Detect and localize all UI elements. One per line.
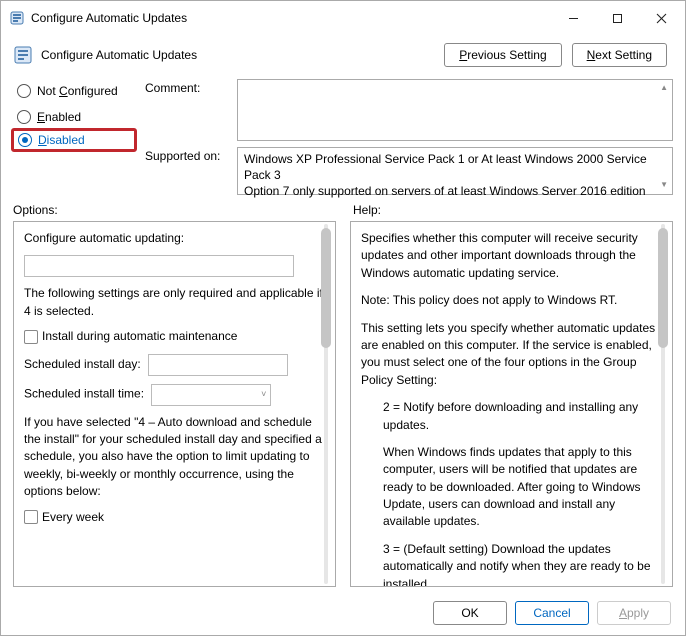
supported-on-text: Windows XP Professional Service Pack 1 o… — [237, 147, 673, 195]
maximize-button[interactable] — [595, 3, 639, 33]
nav-buttons: Previous Setting Next Setting — [444, 43, 667, 67]
help-text: Note: This policy does not apply to Wind… — [361, 292, 662, 309]
scrollbar[interactable] — [319, 224, 333, 584]
config-area: Not Configured Enabled Disabled Comment:… — [1, 73, 685, 195]
configure-updating-label: Configure automatic updating: — [24, 230, 325, 247]
radio-not-configured[interactable]: Not Configured — [13, 79, 135, 103]
chevron-down-icon: ▼ — [660, 180, 668, 191]
header: Configure Automatic Updates Previous Set… — [1, 35, 685, 73]
options-panel: Configure automatic updating: The follow… — [13, 221, 336, 587]
help-panel: Specifies whether this computer will rec… — [350, 221, 673, 587]
state-radio-group: Not Configured Enabled Disabled — [13, 79, 135, 195]
window-title: Configure Automatic Updates — [31, 11, 551, 25]
help-text: 2 = Notify before downloading and instal… — [361, 399, 662, 434]
policy-icon — [9, 10, 25, 26]
titlebar: Configure Automatic Updates — [1, 1, 685, 35]
scheduled-time-select[interactable]: ˅ — [151, 384, 271, 406]
radio-label: Disabled — [38, 133, 85, 147]
checkbox-icon — [24, 510, 38, 524]
radio-enabled[interactable]: Enabled — [13, 105, 135, 129]
page-title: Configure Automatic Updates — [41, 48, 436, 62]
help-label: Help: — [353, 203, 673, 217]
scheduled-day-select[interactable] — [148, 354, 288, 376]
minimize-button[interactable] — [551, 3, 595, 33]
cancel-button[interactable]: Cancel — [515, 601, 589, 625]
options-schedule-text: If you have selected "4 – Auto download … — [24, 414, 325, 501]
help-text: 3 = (Default setting) Download the updat… — [361, 541, 662, 587]
close-button[interactable] — [639, 3, 683, 33]
help-text: This setting lets you specify whether au… — [361, 320, 662, 390]
comment-label: Comment: — [145, 79, 229, 141]
chevron-down-icon: ˅ — [261, 388, 266, 401]
configure-updating-select[interactable] — [24, 255, 294, 277]
help-text: When Windows finds updates that apply to… — [361, 444, 662, 531]
supported-on-label: Supported on: — [145, 147, 229, 195]
panels: Configure automatic updating: The follow… — [1, 221, 685, 593]
next-setting-button[interactable]: Next Setting — [572, 43, 667, 67]
every-week-checkbox[interactable]: Every week — [24, 509, 325, 526]
help-text: Specifies whether this computer will rec… — [361, 230, 662, 282]
install-maintenance-checkbox[interactable]: Install during automatic maintenance — [24, 328, 325, 345]
checkbox-icon — [24, 330, 38, 344]
ok-button[interactable]: OK — [433, 601, 507, 625]
policy-icon — [13, 45, 33, 65]
scheduled-time-label: Scheduled install time: — [24, 386, 144, 400]
radio-icon — [17, 84, 31, 98]
scrollbar[interactable] — [656, 224, 670, 584]
options-label: Options: — [13, 203, 333, 217]
radio-icon — [17, 110, 31, 124]
scheduled-day-label: Scheduled install day: — [24, 357, 141, 371]
radio-label: Not Configured — [37, 84, 118, 98]
previous-setting-button[interactable]: Previous Setting — [444, 43, 561, 67]
options-note: The following settings are only required… — [24, 285, 325, 320]
radio-label: Enabled — [37, 110, 81, 124]
radio-icon — [18, 133, 32, 147]
radio-disabled[interactable]: Disabled — [11, 128, 137, 152]
comment-input[interactable] — [237, 79, 673, 141]
dialog-buttons: OK Cancel Apply — [1, 593, 685, 635]
apply-button[interactable]: Apply — [597, 601, 671, 625]
